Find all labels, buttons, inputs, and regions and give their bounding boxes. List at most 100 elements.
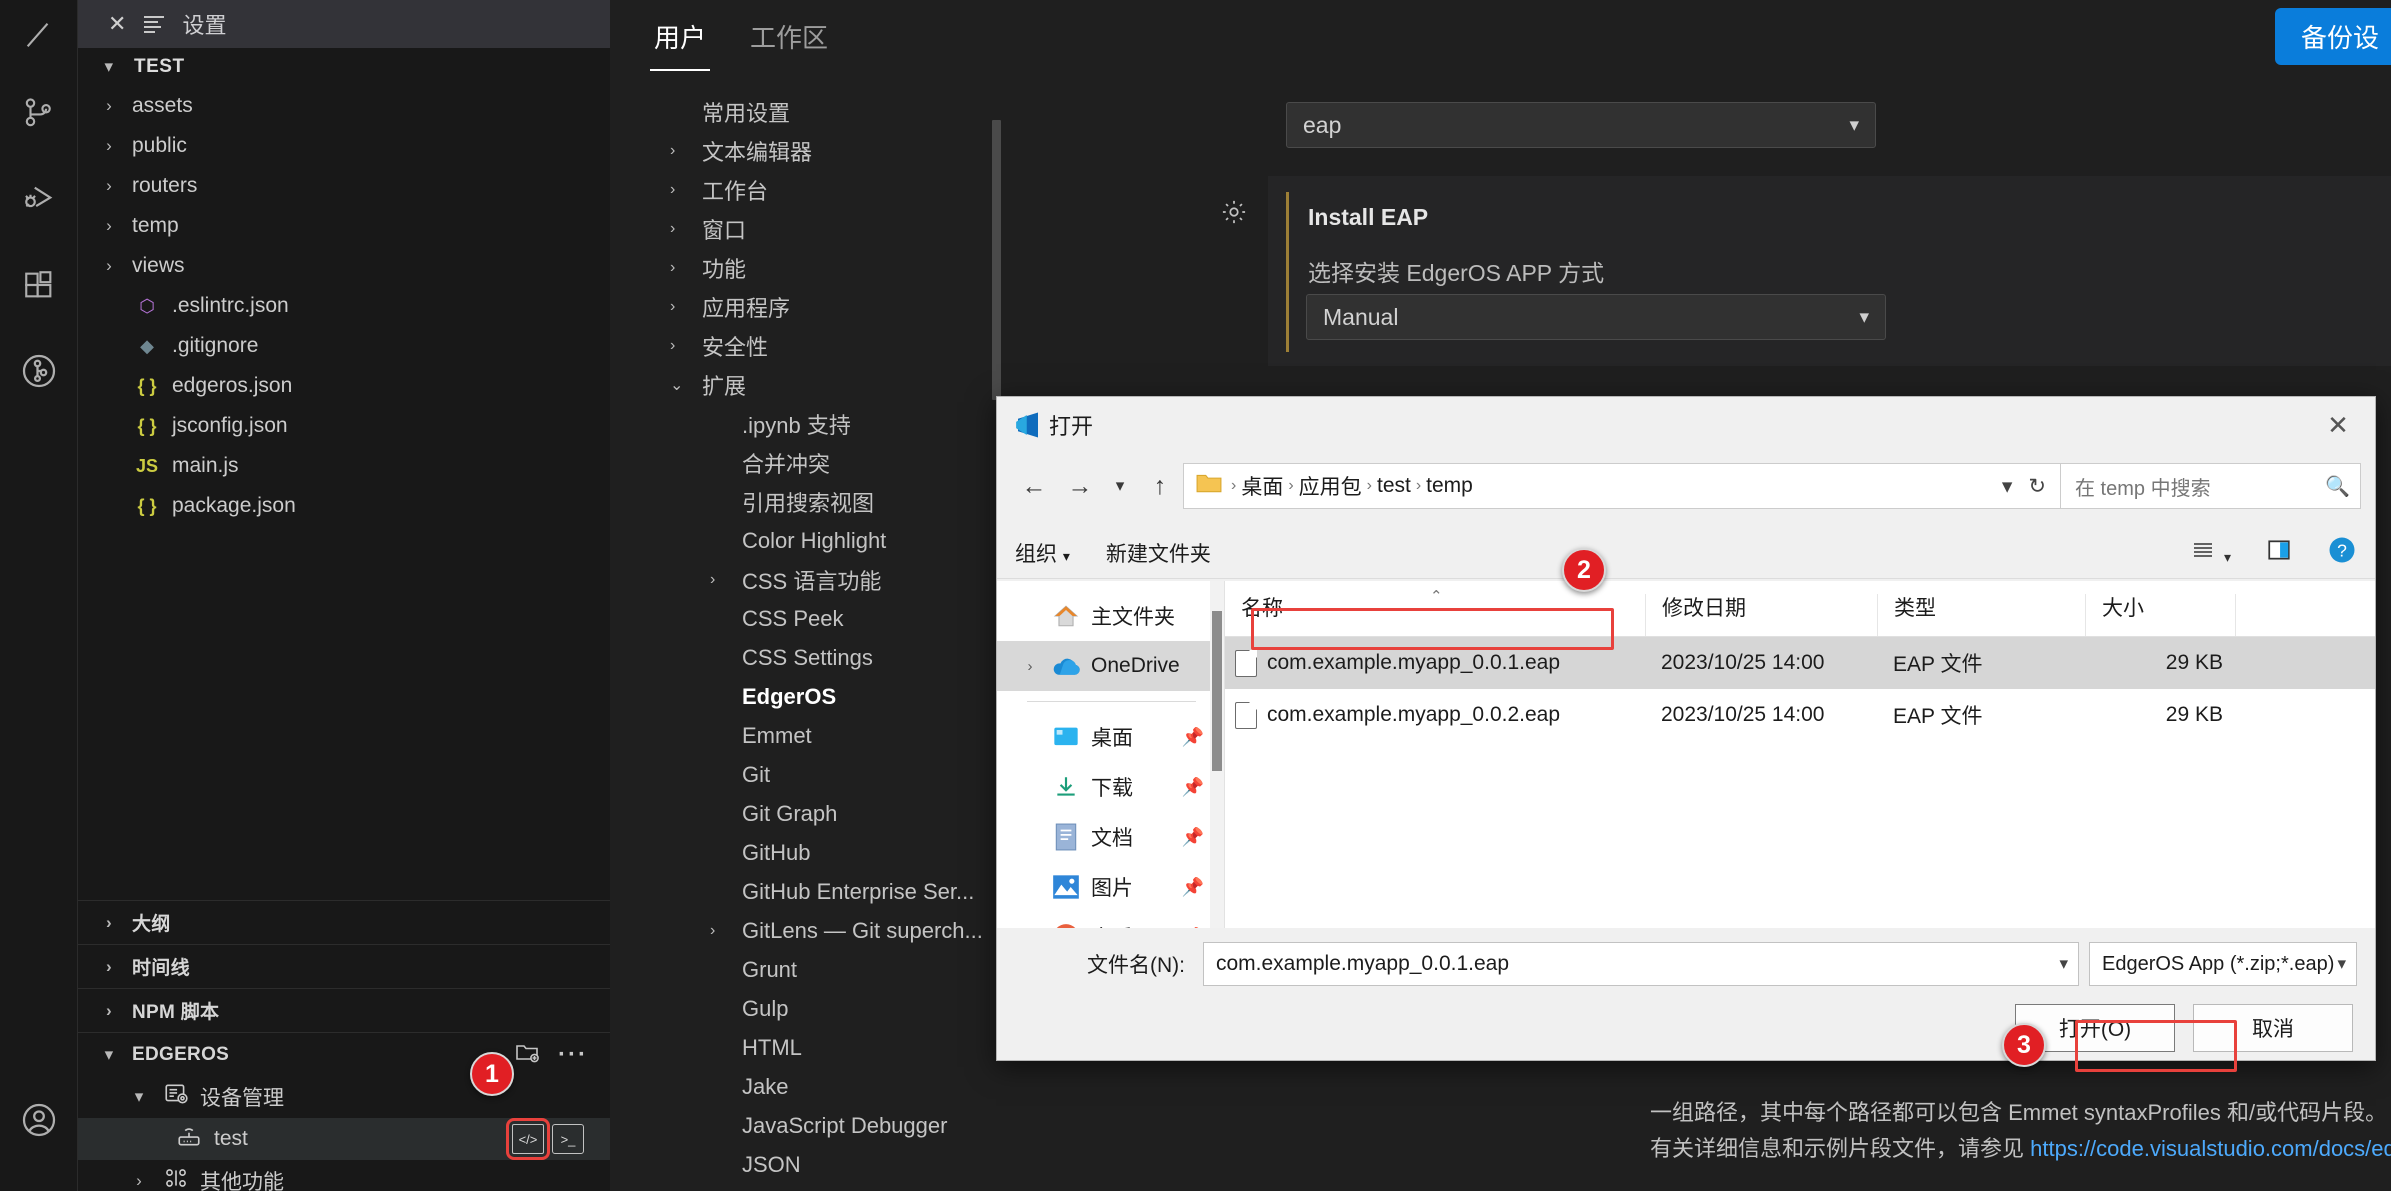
- run-debug-icon[interactable]: [0, 156, 78, 242]
- toc-item-Jake[interactable]: Jake: [610, 1067, 970, 1106]
- toc-item-JavaScript Debugger[interactable]: JavaScript Debugger: [610, 1106, 970, 1145]
- toc-item-GitHub Enterprise Ser...[interactable]: GitHub Enterprise Ser...: [610, 872, 970, 911]
- toc-item-Git Graph[interactable]: Git Graph: [610, 794, 970, 833]
- sidebar-file-main.js[interactable]: › JS main.js: [78, 446, 610, 486]
- toc-item-工作台[interactable]: › 工作台: [610, 170, 970, 209]
- toc-item-Emmet[interactable]: Emmet: [610, 716, 970, 755]
- toc-item-CSS Settings[interactable]: CSS Settings: [610, 638, 970, 677]
- view-list-icon[interactable]: ▾: [2188, 538, 2231, 568]
- sidebar-panel-2[interactable]: › NPM 脚本: [78, 988, 610, 1032]
- nav-pane-item-图片[interactable]: 图片 📌: [997, 862, 1224, 912]
- toc-item-JSON[interactable]: JSON: [610, 1145, 970, 1184]
- tab-workspace[interactable]: 工作区: [746, 10, 832, 71]
- source-control-icon[interactable]: [0, 70, 78, 156]
- toc-item-扩展[interactable]: ⌄ 扩展: [610, 365, 970, 404]
- open-terminal-icon[interactable]: >_: [552, 1124, 584, 1154]
- sidebar-panel-1[interactable]: › 时间线: [78, 944, 610, 988]
- toc-item-.ipynb 支持[interactable]: .ipynb 支持: [610, 404, 970, 443]
- sidebar-file-.eslintrc.json[interactable]: › ⬡ .eslintrc.json: [78, 286, 610, 326]
- gitlens-icon[interactable]: [0, 328, 78, 414]
- column-header-type[interactable]: 类型: [1877, 594, 2085, 636]
- table-row[interactable]: com.example.myapp_0.0.2.eap 2023/10/25 1…: [1225, 689, 2375, 741]
- chevron-right-icon[interactable]: ›: [1019, 658, 1041, 675]
- arrow-left-icon[interactable]: ←: [1011, 463, 1057, 509]
- breadcrumb-item-test[interactable]: test: [1377, 474, 1411, 498]
- eap-dropdown[interactable]: eap ▾: [1286, 102, 1876, 148]
- edgeros-panel-header[interactable]: ▾ EDGEROS ···: [78, 1032, 610, 1076]
- search-input[interactable]: 在 temp 中搜索 🔍: [2061, 463, 2361, 509]
- new-folder-button[interactable]: 新建文件夹: [1106, 538, 1211, 568]
- toc-item-CSS Peek[interactable]: CSS Peek: [610, 599, 970, 638]
- sidebar-panel-0[interactable]: › 大纲: [78, 900, 610, 944]
- toc-item-安全性[interactable]: › 安全性: [610, 326, 970, 365]
- sidebar-file-.gitignore[interactable]: › ◆ .gitignore: [78, 326, 610, 366]
- explorer-root-row[interactable]: ▾ TEST: [78, 48, 610, 86]
- close-icon[interactable]: ✕: [108, 11, 126, 37]
- help-icon[interactable]: ?: [2327, 535, 2357, 571]
- dialog-titlebar[interactable]: 打开 ✕: [997, 397, 2375, 453]
- column-header-date[interactable]: 修改日期: [1645, 594, 1877, 636]
- toc-item-合并冲突[interactable]: 合并冲突: [610, 443, 970, 482]
- toc-item-引用搜索视图[interactable]: 引用搜索视图: [610, 482, 970, 521]
- install-eap-dropdown[interactable]: Manual ▾: [1306, 294, 1886, 340]
- sidebar-folder-assets[interactable]: › assets: [78, 86, 610, 126]
- breadcrumb[interactable]: › 桌面› 应用包› test› temp ▾ ↻: [1183, 463, 2061, 509]
- sidebar-folder-views[interactable]: › views: [78, 246, 610, 286]
- nav-pane-item-文档[interactable]: 文档 📌: [997, 812, 1224, 862]
- file-type-filter[interactable]: EdgerOS App (*.zip;*.eap) ▾: [2089, 942, 2357, 986]
- list-icon[interactable]: [144, 16, 164, 33]
- close-icon[interactable]: ✕: [2301, 402, 2375, 448]
- new-folder-icon[interactable]: [514, 1040, 540, 1070]
- table-row[interactable]: com.example.myapp_0.0.1.eap 2023/10/25 1…: [1225, 637, 2375, 689]
- nav-pane-item-主文件夹[interactable]: 主文件夹: [997, 591, 1224, 641]
- cancel-button[interactable]: 取消: [2193, 1004, 2353, 1052]
- organize-button[interactable]: 组织 ▾: [1015, 538, 1070, 568]
- toc-item-功能[interactable]: › 功能: [610, 248, 970, 287]
- toc-item-Grunt[interactable]: Grunt: [610, 950, 970, 989]
- column-header-size[interactable]: 大小: [2085, 594, 2235, 636]
- sidebar-file-jsconfig.json[interactable]: › { } jsconfig.json: [78, 406, 610, 446]
- toc-item-GitLens — Git superch...[interactable]: › GitLens — Git superch...: [610, 911, 970, 950]
- toc-item-Color Highlight[interactable]: Color Highlight: [610, 521, 970, 560]
- sidebar-item-test[interactable]: test </> >_: [78, 1118, 610, 1160]
- sidebar-file-edgeros.json[interactable]: › { } edgeros.json: [78, 366, 610, 406]
- toc-item-GitHub[interactable]: GitHub: [610, 833, 970, 872]
- breadcrumb-item-桌面[interactable]: 桌面: [1241, 471, 1283, 501]
- edgeros-other-features-row[interactable]: › 其他功能: [78, 1160, 610, 1191]
- nav-pane-item-OneDrive[interactable]: › OneDrive: [997, 641, 1224, 691]
- backup-button[interactable]: 备份设: [2275, 8, 2391, 65]
- sidebar-folder-temp[interactable]: › temp: [78, 206, 610, 246]
- edgeros-device-management-row[interactable]: ▾ 设备管理: [78, 1076, 610, 1118]
- nav-pane-item-桌面[interactable]: 桌面 📌: [997, 712, 1224, 762]
- refresh-icon[interactable]: ↻: [2028, 474, 2046, 499]
- tab-user[interactable]: 用户: [650, 10, 710, 71]
- extensions-icon[interactable]: [0, 242, 78, 328]
- toc-item-Git[interactable]: Git: [610, 755, 970, 794]
- toc-item-Gulp[interactable]: Gulp: [610, 989, 970, 1028]
- preview-pane-icon[interactable]: [2265, 537, 2293, 569]
- sidebar-folder-public[interactable]: › public: [78, 126, 610, 166]
- breadcrumb-item-temp[interactable]: temp: [1426, 474, 1473, 498]
- arrow-up-icon[interactable]: ↑: [1137, 463, 1183, 509]
- more-actions-icon[interactable]: ···: [558, 1041, 588, 1069]
- arrow-right-icon[interactable]: →: [1057, 463, 1103, 509]
- open-code-icon[interactable]: </>: [512, 1124, 544, 1154]
- breadcrumb-item-应用包[interactable]: 应用包: [1299, 471, 1362, 501]
- recent-locations-chevron-down-icon[interactable]: ▾: [1103, 463, 1137, 509]
- nav-pane-scroll-thumb[interactable]: [1212, 611, 1222, 771]
- nav-pane-item-下载[interactable]: 下载 📌: [997, 762, 1224, 812]
- gear-icon[interactable]: [1220, 198, 1248, 233]
- toc-item-常用设置[interactable]: 常用设置: [610, 92, 970, 131]
- toc-item-应用程序[interactable]: › 应用程序: [610, 287, 970, 326]
- toc-item-HTML[interactable]: HTML: [610, 1028, 970, 1067]
- toc-item-窗口[interactable]: › 窗口: [610, 209, 970, 248]
- breadcrumb-chevron-down-icon[interactable]: ▾: [2002, 474, 2013, 499]
- explorer-icon-partial[interactable]: [0, 0, 78, 70]
- sidebar-file-package.json[interactable]: › { } package.json: [78, 486, 610, 526]
- account-icon[interactable]: [0, 1077, 78, 1163]
- settings-toc-scroll-thumb[interactable]: [992, 120, 1001, 400]
- filename-input[interactable]: com.example.myapp_0.0.1.eap ▾: [1203, 942, 2079, 986]
- toc-item-文本编辑器[interactable]: › 文本编辑器: [610, 131, 970, 170]
- toc-item-CSS 语言功能[interactable]: › CSS 语言功能: [610, 560, 970, 599]
- sidebar-folder-routers[interactable]: › routers: [78, 166, 610, 206]
